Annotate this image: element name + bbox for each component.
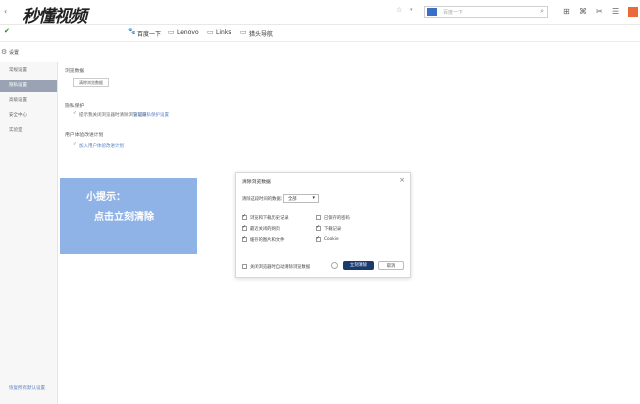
range-label: 清除这段时间的数据：: [242, 197, 285, 202]
plan-option[interactable]: 加入用户体验改进计划: [79, 143, 124, 149]
gear-icon: ⚙: [1, 48, 8, 56]
search-box[interactable]: 百度一下 ⌕: [424, 6, 548, 18]
auto-clear-checkbox[interactable]: [242, 264, 247, 269]
tip-line-2: 点击立刻清除: [94, 212, 154, 223]
restore-defaults-link[interactable]: 恢复所有默认设置: [0, 383, 57, 395]
chevron-down-icon[interactable]: ▾: [410, 8, 413, 13]
option-checkbox[interactable]: [242, 213, 247, 220]
folder-icon: ▭: [168, 28, 175, 36]
baidu-icon: 🐾: [128, 28, 136, 35]
check-icon: ✓: [73, 111, 77, 116]
browser-titlebar: ‹ 秒懂视频 ☆ ▾ 百度一下 ⌕ ⊞ ⌘ ✂ ☰: [0, 0, 640, 27]
range-select-value: 全部: [288, 197, 297, 202]
browse-data-heading: 浏览数据: [65, 69, 85, 74]
menu-icon[interactable]: ☰: [612, 8, 619, 16]
page-title: 设置: [9, 50, 20, 56]
sidebar-item-privacy[interactable]: 隐私设置: [0, 80, 57, 92]
tip-line-1: 小提示：: [86, 192, 126, 203]
option-recent-closed[interactable]: 最近关闭的网页: [250, 226, 280, 232]
bookmark-lenovo[interactable]: Lenovo: [177, 29, 199, 36]
range-select[interactable]: 全部 ▾: [283, 194, 319, 203]
bookmarks-bar: ✔ 🐾 百度一下 ▭ Lenovo ▭ Links ▭ 猎头导航: [0, 25, 640, 42]
check-icon: ✓: [73, 142, 77, 147]
cursor-ring-icon: [331, 262, 338, 269]
close-icon[interactable]: ×: [399, 176, 405, 184]
privacy-settings-link[interactable]: 管理隐私保护设置: [133, 112, 169, 118]
search-icon[interactable]: ⌕: [540, 7, 544, 16]
back-icon[interactable]: ‹: [4, 8, 7, 16]
option-checkbox[interactable]: [316, 235, 321, 242]
option-checkbox[interactable]: [242, 235, 247, 242]
sidebar-item-lab[interactable]: 实验室: [0, 125, 57, 137]
auto-clear-label[interactable]: 关闭浏览器时自动清除浏览数据: [250, 264, 310, 270]
settings-sidebar: 常规设置 隐私设置 高级设置 安全中心 实验室 恢复所有默认设置: [0, 62, 58, 404]
check-icon: ✔: [4, 27, 10, 35]
clear-data-dialog: 清除浏览数据 × 清除这段时间的数据： 全部 ▾ 浏览和下载历史记录 最近关闭的…: [235, 172, 411, 278]
option-checkbox[interactable]: [316, 224, 321, 231]
option-downloads[interactable]: 下载记录: [324, 226, 341, 232]
search-input[interactable]: 百度一下: [443, 9, 463, 16]
option-passwords[interactable]: 已保存的密码: [324, 215, 350, 221]
translate-icon[interactable]: ⌘: [579, 8, 587, 16]
chevron-down-icon: ▾: [312, 195, 315, 201]
tip-overlay: 小提示： 点击立刻清除: [60, 178, 197, 254]
bookmark-links[interactable]: Links: [216, 29, 231, 36]
privacy-heading: 隐私保护: [65, 104, 85, 109]
folder-icon: ▭: [207, 28, 214, 36]
dialog-title: 清除浏览数据: [242, 180, 271, 185]
account-icon[interactable]: [628, 7, 638, 17]
sidebar-item-general[interactable]: 常规设置: [0, 65, 57, 77]
cut-icon[interactable]: ✂: [596, 8, 603, 16]
folder-icon: ▭: [240, 28, 247, 36]
clear-now-button[interactable]: 立刻清除: [343, 261, 374, 270]
bookmark-baidu[interactable]: 百度一下: [137, 29, 161, 38]
sidebar-item-advanced[interactable]: 高级设置: [0, 95, 57, 107]
clear-browse-data-button[interactable]: 清除浏览数据: [73, 78, 109, 87]
bookmark-nav[interactable]: 猎头导航: [249, 29, 273, 38]
search-engine-icon[interactable]: [427, 8, 437, 16]
watermark-logo: 秒懂视频: [22, 7, 87, 27]
option-checkbox[interactable]: [242, 224, 247, 231]
star-icon[interactable]: ☆: [396, 7, 402, 14]
cancel-button[interactable]: 取消: [378, 261, 404, 270]
sidebar-item-security[interactable]: 安全中心: [0, 110, 57, 122]
extension-icon[interactable]: ⊞: [563, 8, 570, 16]
option-history[interactable]: 浏览和下载历史记录: [250, 215, 289, 221]
plan-heading: 用户体验改进计划: [65, 133, 104, 138]
option-cache[interactable]: 缓存的图片和文件: [250, 237, 284, 243]
option-cookie[interactable]: Cookie: [324, 237, 339, 242]
option-checkbox[interactable]: [316, 215, 321, 220]
